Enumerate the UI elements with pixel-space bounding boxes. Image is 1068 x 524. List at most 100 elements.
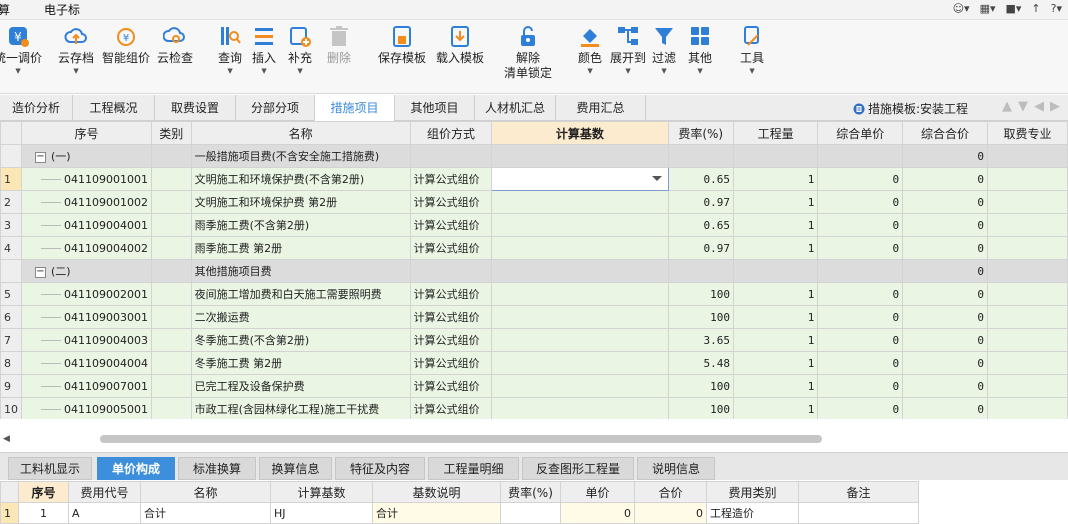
ribbon-button-query[interactable]: 查询 ▼ bbox=[218, 24, 242, 76]
fee-specialty-cell[interactable] bbox=[986, 167, 1068, 191]
fee-specialty-cell[interactable] bbox=[986, 213, 1068, 237]
unit-price-cell[interactable]: 0 bbox=[817, 351, 904, 375]
rate-cell[interactable]: 0.65 bbox=[667, 213, 734, 237]
rate-cell[interactable]: 0.97 bbox=[667, 236, 734, 260]
name-cell[interactable]: 文明施工和环境保护费 第2册 bbox=[190, 190, 411, 214]
column-header[interactable]: 名称 bbox=[190, 121, 411, 145]
row-number[interactable]: 7 bbox=[0, 328, 22, 352]
category-cell[interactable] bbox=[150, 213, 192, 237]
category-cell[interactable] bbox=[150, 190, 192, 214]
name-cell[interactable]: 冬季施工费 第2册 bbox=[190, 351, 411, 375]
fee-category-cell[interactable]: 工程造价 bbox=[706, 502, 799, 524]
ribbon-button-smart-pricing[interactable]: ¥ 智能组价 bbox=[102, 24, 150, 66]
table-row[interactable]: 8 041109004004 冬季施工费 第2册 计算公式组价 5.48 1 0 0 bbox=[0, 351, 1068, 375]
ribbon-button-tools[interactable]: 工具 ▼ bbox=[740, 24, 764, 76]
base-cell[interactable] bbox=[491, 236, 669, 260]
detail-tab-4[interactable]: 特征及内容 bbox=[335, 457, 425, 480]
price-cell[interactable]: 0 bbox=[560, 502, 635, 524]
ribbon-button-filter[interactable]: 过滤 ▼ bbox=[652, 24, 676, 76]
row-number[interactable]: 3 bbox=[0, 213, 22, 237]
column-header[interactable]: 费用类别 bbox=[706, 481, 799, 503]
total-cell[interactable]: 0 bbox=[902, 167, 988, 191]
tab-0[interactable]: 造价分析 bbox=[0, 95, 73, 121]
fee-specialty-cell[interactable] bbox=[986, 351, 1068, 375]
unit-price-cell[interactable]: 0 bbox=[817, 167, 904, 191]
quantity-cell[interactable]: 1 bbox=[732, 167, 819, 191]
row-number[interactable]: 2 bbox=[0, 190, 22, 214]
fee-specialty-cell[interactable] bbox=[986, 259, 1068, 283]
base-cell[interactable] bbox=[491, 213, 669, 237]
category-cell[interactable] bbox=[150, 374, 192, 398]
row-number[interactable]: 9 bbox=[0, 374, 22, 398]
total-cell[interactable]: 0 bbox=[902, 305, 988, 329]
row-number[interactable]: 8 bbox=[0, 351, 22, 375]
category-cell[interactable] bbox=[150, 236, 192, 260]
total-cell[interactable]: 0 bbox=[902, 351, 988, 375]
quantity-cell[interactable]: 1 bbox=[732, 374, 819, 398]
base-cell[interactable] bbox=[491, 397, 669, 419]
tab-4[interactable]: 措施项目 bbox=[315, 95, 395, 121]
row-number[interactable]: 4 bbox=[0, 236, 22, 260]
rate-cell[interactable]: 100 bbox=[667, 305, 734, 329]
unit-price-cell[interactable]: 0 bbox=[817, 328, 904, 352]
quantity-cell[interactable]: 1 bbox=[732, 351, 819, 375]
name-cell[interactable]: 冬季施工费(不含第2册) bbox=[190, 328, 411, 352]
total-cell[interactable]: 0 bbox=[902, 328, 988, 352]
ribbon-button-supplement[interactable]: 补充 ▼ bbox=[288, 24, 312, 76]
category-cell[interactable] bbox=[150, 351, 192, 375]
fee-specialty-cell[interactable] bbox=[986, 236, 1068, 260]
tab-1[interactable]: 工程概况 bbox=[73, 95, 155, 121]
seq-cell[interactable]: 041109004002 bbox=[21, 236, 152, 260]
unit-price-cell[interactable] bbox=[817, 259, 904, 283]
seq-cell[interactable]: − (二) bbox=[21, 259, 152, 283]
unit-price-cell[interactable]: 0 bbox=[817, 374, 904, 398]
name-cell[interactable]: 一般措施项目费(不含安全施工措施费) bbox=[190, 144, 411, 168]
category-cell[interactable] bbox=[150, 259, 192, 283]
detail-tab-5[interactable]: 工程量明细 bbox=[428, 457, 519, 480]
base-cell[interactable] bbox=[491, 351, 669, 375]
fee-specialty-cell[interactable] bbox=[986, 397, 1068, 419]
table-row[interactable]: 7 041109004003 冬季施工费(不含第2册) 计算公式组价 3.65 1 0 0 bbox=[0, 328, 1068, 352]
arrow-left-icon[interactable]: ◀ bbox=[1034, 99, 1044, 114]
menu-item-e-bid[interactable]: 电子标 bbox=[44, 1, 90, 18]
method-cell[interactable]: 计算公式组价 bbox=[409, 397, 493, 419]
seq-cell[interactable]: 041109003001 bbox=[21, 305, 152, 329]
rate-cell[interactable]: 0.65 bbox=[667, 167, 734, 191]
method-cell[interactable]: 计算公式组价 bbox=[409, 282, 493, 306]
detail-tab-3[interactable]: 换算信息 bbox=[259, 457, 332, 480]
fee-specialty-cell[interactable] bbox=[986, 144, 1068, 168]
ribbon-button-paint-bucket[interactable]: 颜色 ▼ bbox=[578, 24, 602, 76]
base-cell[interactable] bbox=[491, 190, 669, 214]
method-cell[interactable]: 计算公式组价 bbox=[409, 236, 493, 260]
method-cell[interactable]: 计算公式组价 bbox=[409, 374, 493, 398]
total-cell[interactable]: 0 bbox=[902, 144, 988, 168]
category-cell[interactable] bbox=[150, 328, 192, 352]
detail-tab-6[interactable]: 反查图形工程量 bbox=[522, 457, 634, 480]
quantity-cell[interactable]: 1 bbox=[732, 213, 819, 237]
seq-cell[interactable]: 041109001002 bbox=[21, 190, 152, 214]
column-header[interactable]: 备注 bbox=[798, 481, 919, 503]
rate-cell[interactable]: 3.65 bbox=[667, 328, 734, 352]
row-number[interactable] bbox=[0, 144, 22, 168]
column-header[interactable]: 名称 bbox=[140, 481, 271, 503]
name-cell[interactable]: 雨季施工费 第2册 bbox=[190, 236, 411, 260]
name-cell[interactable]: 已完工程及设备保护费 bbox=[190, 374, 411, 398]
column-header[interactable]: 计算基数 bbox=[491, 121, 669, 145]
column-header[interactable]: 组价方式 bbox=[409, 121, 493, 145]
total-cell[interactable]: 0 bbox=[902, 374, 988, 398]
ribbon-button-cloud-upload[interactable]: 云存档 ▼ bbox=[58, 24, 94, 76]
method-cell[interactable]: 计算公式组价 bbox=[409, 351, 493, 375]
seq-cell[interactable]: 041109001001 bbox=[21, 167, 152, 191]
column-header[interactable]: 工程量 bbox=[732, 121, 819, 145]
seq-cell[interactable]: 041109002001 bbox=[21, 282, 152, 306]
fee-specialty-cell[interactable] bbox=[986, 282, 1068, 306]
quantity-cell[interactable]: 1 bbox=[732, 328, 819, 352]
rate-cell[interactable]: 5.48 bbox=[667, 351, 734, 375]
ribbon-button-grid-apps[interactable]: 其他 ▼ bbox=[688, 24, 712, 76]
column-header[interactable]: 基数说明 bbox=[372, 481, 501, 503]
fee-specialty-cell[interactable] bbox=[986, 190, 1068, 214]
tab-3[interactable]: 分部分项 bbox=[236, 95, 315, 121]
tab-7[interactable]: 费用汇总 bbox=[556, 95, 646, 121]
ribbon-button-adjust-price[interactable]: ¥ 统一调价 ▼ bbox=[0, 24, 42, 76]
fee-specialty-cell[interactable] bbox=[986, 305, 1068, 329]
